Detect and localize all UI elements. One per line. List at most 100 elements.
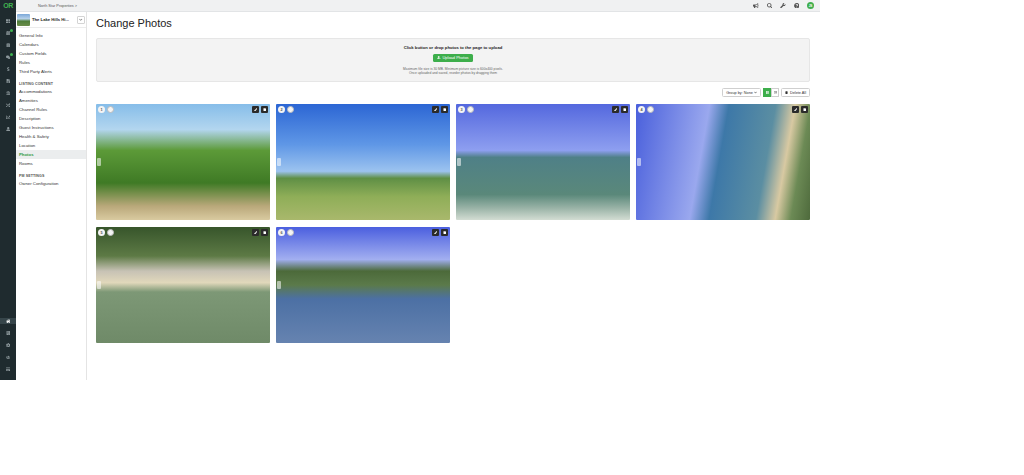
photo-card[interactable]: 6 — [276, 227, 450, 343]
photo-card[interactable]: 2 — [276, 104, 450, 220]
sidebar-item[interactable]: Description — [16, 114, 86, 123]
upload-button[interactable]: Upload Photos — [433, 54, 472, 62]
upload-dropzone[interactable]: Click button or drop photos to the page … — [96, 38, 810, 82]
sidebar-section: General InfoCalendarsCustom FieldsRulesT… — [16, 31, 86, 76]
drag-handle[interactable] — [277, 281, 281, 289]
rail-item[interactable] — [0, 342, 16, 348]
select-toggle[interactable] — [467, 106, 474, 113]
photo-card[interactable]: 1 — [96, 104, 270, 220]
rail-item[interactable] — [0, 18, 16, 24]
megaphone-icon[interactable] — [753, 3, 759, 9]
documents-icon — [6, 79, 11, 84]
upload-icon — [437, 56, 441, 60]
contacts-icon — [6, 127, 11, 132]
sidebar-item[interactable]: Amenities — [16, 96, 86, 105]
rail-item[interactable] — [0, 318, 16, 324]
rail-item[interactable] — [0, 66, 16, 72]
view-toggle — [763, 88, 779, 97]
page-title: Change Photos — [96, 16, 810, 30]
rail-item[interactable] — [0, 126, 16, 132]
help-icon[interactable] — [794, 3, 800, 9]
logo[interactable]: OR — [0, 0, 16, 12]
delete-button[interactable] — [801, 106, 808, 113]
sidebar-item[interactable]: Channel Rules — [16, 105, 86, 114]
sidebar-item[interactable]: Photos — [16, 150, 86, 159]
drag-handle[interactable] — [97, 158, 101, 166]
sidebar-item[interactable]: Rules — [16, 58, 86, 67]
pencil-icon — [254, 231, 258, 235]
rail-item[interactable] — [0, 78, 16, 84]
delete-button[interactable] — [441, 229, 448, 236]
chevron-down-icon — [754, 91, 757, 94]
notification-badge — [10, 53, 13, 56]
delete-button[interactable] — [261, 106, 268, 113]
sidebar-item[interactable]: Custom Fields — [16, 49, 86, 58]
sidebar-item[interactable]: Third Party Alerts — [16, 67, 86, 76]
delete-button[interactable] — [441, 106, 448, 113]
nav-rail — [0, 12, 16, 380]
edit-button[interactable] — [252, 106, 259, 113]
billing-icon — [6, 367, 11, 372]
select-toggle[interactable] — [287, 106, 294, 113]
rail-item[interactable] — [0, 42, 16, 48]
delete-button[interactable] — [261, 229, 268, 236]
photo-number: 1 — [98, 106, 105, 113]
grid-view-button[interactable] — [763, 88, 771, 97]
trash-icon — [623, 108, 627, 112]
rail-item[interactable] — [0, 330, 16, 336]
trash-icon — [263, 231, 267, 235]
list-view-button[interactable] — [771, 88, 779, 97]
rail-item[interactable] — [0, 366, 16, 372]
trash-icon — [785, 91, 788, 94]
upload-note: Once uploaded and saved, reorder photos … — [409, 71, 497, 75]
photo-card[interactable]: 4 — [636, 104, 810, 220]
finance-icon — [6, 67, 11, 72]
property-switcher[interactable] — [77, 16, 85, 24]
edit-button[interactable] — [612, 106, 619, 113]
rail-item[interactable] — [0, 30, 16, 36]
photo-card[interactable]: 3 — [456, 104, 630, 220]
sidebar-item[interactable]: Health & Safety — [16, 132, 86, 141]
rail-item[interactable] — [0, 102, 16, 108]
sidebar-section: PM SETTINGSOwner Configuration — [16, 171, 86, 188]
upload-note: Maximum file size is 30 MB. Minimum pict… — [403, 67, 503, 71]
group-by-dropdown[interactable]: Group by: None — [722, 88, 761, 97]
sidebar-item[interactable]: Guest Instructions — [16, 123, 86, 132]
select-toggle[interactable] — [647, 106, 654, 113]
rail-item[interactable] — [0, 90, 16, 96]
photo-grid: 1 234 5 6 — [96, 104, 810, 343]
sidebar-item[interactable]: Rooms — [16, 159, 86, 168]
team-icon — [6, 355, 11, 360]
properties-icon — [6, 331, 11, 336]
rail-item[interactable] — [0, 54, 16, 60]
list-icon — [774, 91, 778, 95]
delete-button[interactable] — [621, 106, 628, 113]
delete-all-button[interactable]: Delete All — [781, 88, 810, 97]
select-toggle[interactable] — [107, 229, 114, 236]
select-toggle[interactable] — [107, 106, 114, 113]
drag-handle[interactable] — [277, 158, 281, 166]
drag-handle[interactable] — [637, 158, 641, 166]
rail-item[interactable] — [0, 114, 16, 120]
drag-handle[interactable] — [97, 281, 101, 289]
search-icon[interactable] — [767, 3, 773, 9]
sidebar-item[interactable]: Calendars — [16, 40, 86, 49]
edit-button[interactable] — [252, 229, 259, 236]
user-avatar[interactable]: JS — [807, 2, 814, 9]
photo-number: 6 — [278, 229, 285, 236]
sidebar-item[interactable]: Accommodations — [16, 87, 86, 96]
property-thumbnail — [17, 14, 30, 26]
edit-button[interactable] — [432, 106, 439, 113]
sidebar-item[interactable]: Location — [16, 141, 86, 150]
wrench-icon[interactable] — [780, 3, 786, 9]
sidebar-item[interactable]: General Info — [16, 31, 86, 40]
edit-button[interactable] — [432, 229, 439, 236]
photo-card[interactable]: 5 — [96, 227, 270, 343]
trash-icon — [263, 108, 267, 112]
edit-button[interactable] — [792, 106, 799, 113]
select-toggle[interactable] — [287, 229, 294, 236]
sidebar-item[interactable]: Owner Configuration — [16, 179, 86, 188]
drag-handle[interactable] — [457, 158, 461, 166]
breadcrumb[interactable]: North Star Properties > — [38, 4, 77, 8]
rail-item[interactable] — [0, 354, 16, 360]
